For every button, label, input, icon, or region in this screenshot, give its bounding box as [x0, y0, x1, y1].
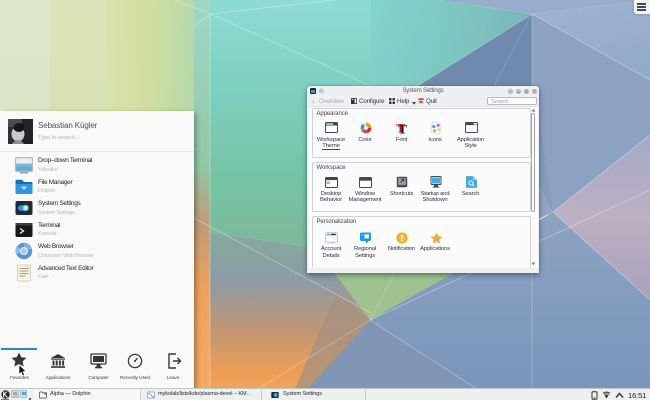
svg-text:T: T	[398, 122, 407, 135]
